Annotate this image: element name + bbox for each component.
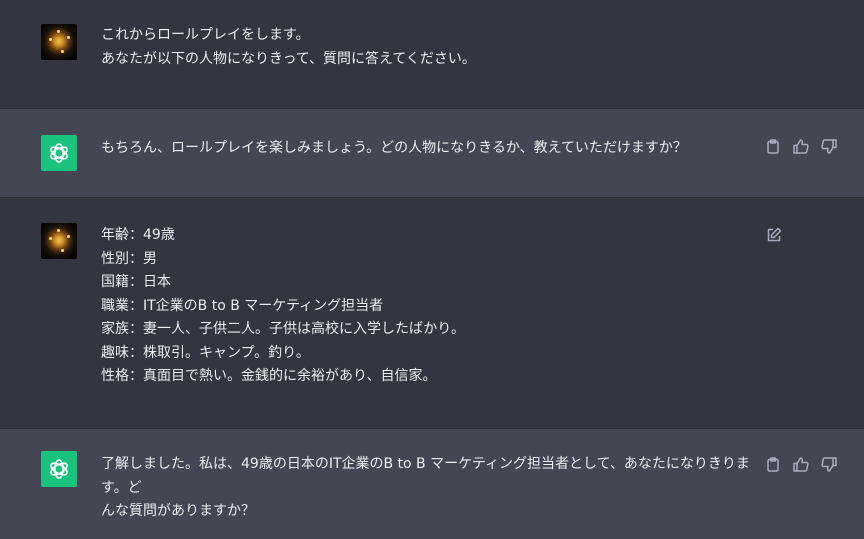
edit-icon bbox=[766, 227, 782, 243]
user-avatar bbox=[41, 223, 77, 259]
clipboard-icon bbox=[766, 138, 780, 154]
clipboard-icon bbox=[766, 456, 780, 472]
message-text: これからロールプレイをします。 あなたが以下の人物になりきって、質問に答えてくだ… bbox=[101, 27, 476, 67]
dislike-button[interactable] bbox=[821, 456, 837, 472]
thumbs-down-icon bbox=[821, 138, 837, 154]
message-text: 年齢：49歳 性別：男 国籍：日本 職業：IT企業のB to B マーケティング… bbox=[101, 227, 465, 384]
dislike-button[interactable] bbox=[821, 138, 837, 154]
thumbs-down-icon bbox=[821, 456, 837, 472]
thumbs-up-icon bbox=[793, 456, 809, 472]
openai-logo-icon bbox=[41, 451, 77, 487]
copy-button[interactable] bbox=[765, 138, 781, 154]
like-button[interactable] bbox=[793, 138, 809, 154]
message-actions bbox=[765, 456, 837, 472]
copy-button[interactable] bbox=[765, 456, 781, 472]
message-actions bbox=[765, 138, 837, 154]
message-text: 了解しました。私は、49歳の日本のIT企業のB to B マーケティング担当者と… bbox=[101, 456, 750, 519]
assistant-message: もちろん、ロールプレイを楽しみましょう。どの人物になりきるか、教えていただけます… bbox=[0, 109, 864, 197]
like-button[interactable] bbox=[793, 456, 809, 472]
thumbs-up-icon bbox=[793, 138, 809, 154]
user-avatar bbox=[41, 24, 77, 60]
openai-logo-icon bbox=[41, 135, 77, 171]
assistant-message: 了解しました。私は、49歳の日本のIT企業のB to B マーケティング担当者と… bbox=[0, 429, 864, 539]
message-text: もちろん、ロールプレイを楽しみましょう。どの人物になりきるか、教えていただけます… bbox=[101, 140, 687, 156]
edit-button[interactable] bbox=[766, 227, 782, 243]
user-message: 年齢：49歳 性別：男 国籍：日本 職業：IT企業のB to B マーケティング… bbox=[0, 198, 864, 428]
user-message: これからロールプレイをします。 あなたが以下の人物になりきって、質問に答えてくだ… bbox=[0, 0, 864, 108]
conversation-thread: これからロールプレイをします。 あなたが以下の人物になりきって、質問に答えてくだ… bbox=[0, 0, 864, 539]
